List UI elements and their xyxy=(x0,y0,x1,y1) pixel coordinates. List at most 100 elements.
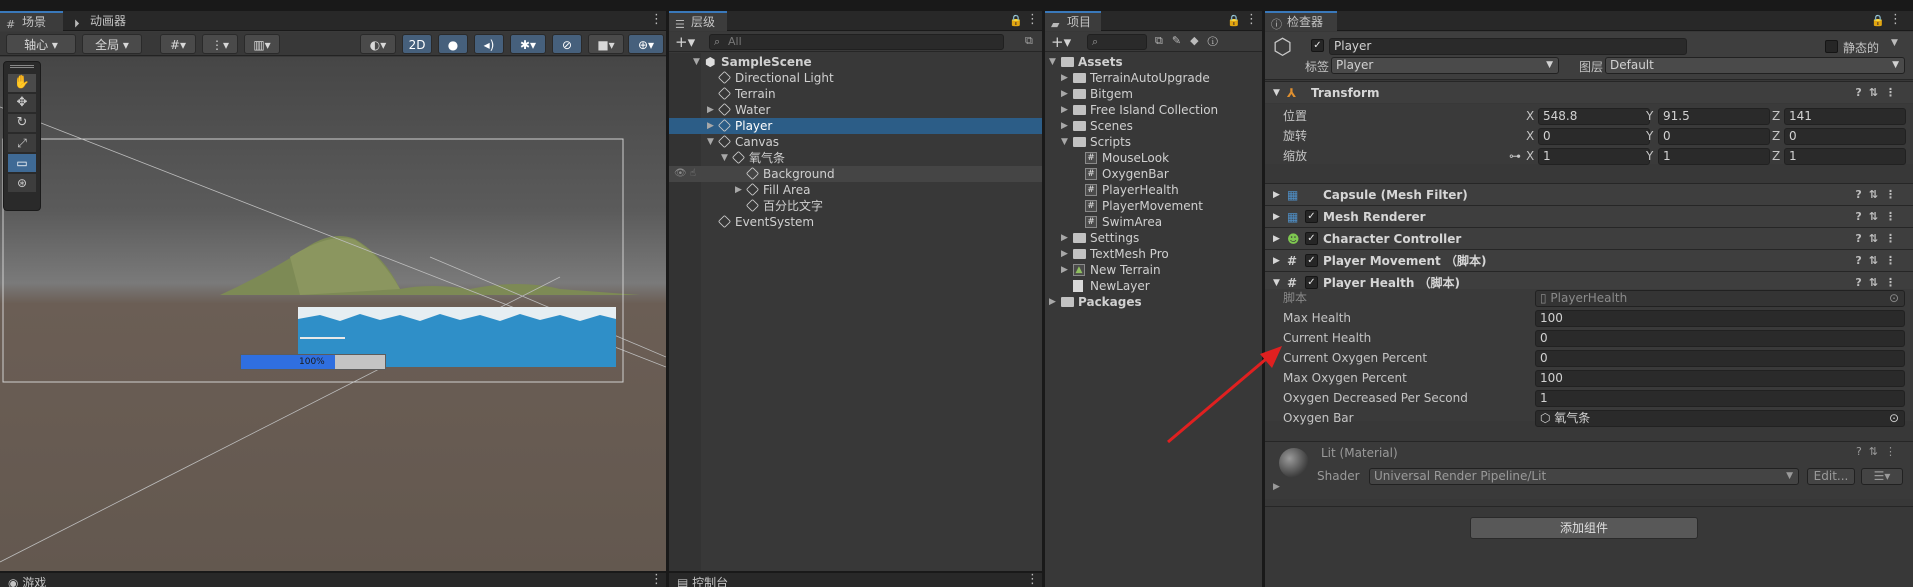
hierarchy-item[interactable]: ▼ 氧气条 xyxy=(669,150,1042,166)
project-item[interactable]: ▶ Free Island Collection xyxy=(1045,102,1262,118)
expand-arrow-icon[interactable]: ▼ xyxy=(721,150,728,166)
axis-label[interactable]: Y xyxy=(1646,127,1653,145)
shader-options-button[interactable]: ☰▾ xyxy=(1861,468,1903,485)
axis-label[interactable]: X xyxy=(1526,107,1534,125)
global-dropdown[interactable]: 全局 ▾ xyxy=(82,34,142,54)
project-item[interactable]: ▶ Settings xyxy=(1045,230,1262,246)
project-add-button[interactable]: +▾ xyxy=(1051,33,1071,51)
hierarchy-menu-icon[interactable]: ⋮ xyxy=(1026,12,1039,27)
game-menu-icon[interactable]: ⋮ xyxy=(650,573,663,587)
gameobject-icon[interactable]: ⬡ xyxy=(1273,37,1292,59)
tab-animator[interactable]: ⏵ 动画器 xyxy=(68,11,148,31)
axis-label[interactable]: Z xyxy=(1772,147,1780,165)
collapse-arrow-icon[interactable]: ▶ xyxy=(1061,70,1068,86)
audio-toggle[interactable]: ◂) xyxy=(474,34,504,54)
transform-header[interactable]: ▼ ⅄ Transform ?⇅⋮ xyxy=(1265,81,1913,103)
project-item[interactable]: ▶ TerrainAutoUpgrade xyxy=(1045,70,1262,86)
transform-z-field[interactable]: 141 xyxy=(1784,108,1906,125)
tab-game[interactable]: ◉ 游戏 xyxy=(8,574,46,587)
material-expand-icon[interactable]: ▶ xyxy=(1273,482,1280,492)
component-enabled-checkbox[interactable]: ✓ xyxy=(1305,276,1318,289)
increment-snap-button[interactable]: ▥▾ xyxy=(244,34,280,54)
project-filter-icons[interactable]: ⧉✎◆ⓘ xyxy=(1155,34,1227,48)
project-item[interactable]: # PlayerHealth xyxy=(1045,182,1262,198)
hierarchy-item[interactable]: ▼ Canvas xyxy=(669,134,1042,150)
component-header[interactable]: ▶ ▦ Capsule (Mesh Filter) ?⇅⋮ xyxy=(1265,183,1913,205)
project-item[interactable]: # MouseLook xyxy=(1045,150,1262,166)
transform-x-field[interactable]: 0 xyxy=(1538,128,1650,145)
camera-button[interactable]: ■▾ xyxy=(588,34,624,54)
hierarchy-item[interactable]: ▼ ⬢ SampleScene xyxy=(669,54,1042,70)
expand-arrow-icon[interactable]: ▼ xyxy=(707,134,714,150)
transform-tool-icon[interactable]: ⊛ xyxy=(8,174,36,192)
shader-dropdown[interactable]: Universal Render Pipeline/Lit ▼ xyxy=(1369,468,1799,485)
tab-console[interactable]: ▤ 控制台 xyxy=(677,574,728,587)
inspector-lock-icon[interactable]: 🔒 xyxy=(1871,14,1885,27)
2d-toggle[interactable]: 2D xyxy=(402,34,432,54)
expand-arrow-icon[interactable]: ▼ xyxy=(693,54,700,70)
component-icons[interactable]: ?⇅⋮ xyxy=(1855,206,1903,228)
object-picker-icon[interactable]: ⊙ xyxy=(1889,411,1899,426)
collapse-arrow-icon[interactable]: ▶ xyxy=(1061,230,1068,246)
component-icons[interactable]: ?⇅⋮ xyxy=(1855,82,1903,104)
project-search-input[interactable]: ⌕ xyxy=(1087,34,1147,50)
project-lock-icon[interactable]: 🔒 xyxy=(1227,14,1241,27)
tab-scene[interactable]: # 场景 xyxy=(0,11,63,31)
lighting-toggle[interactable]: ● xyxy=(438,34,468,54)
hierarchy-item[interactable]: 百分比文字 xyxy=(669,198,1042,214)
field-value-input[interactable]: ⬡ 氧气条 ⊙ xyxy=(1535,410,1905,427)
axis-label[interactable]: X xyxy=(1526,127,1534,145)
project-item[interactable]: ▶ ▲ New Terrain xyxy=(1045,262,1262,278)
add-component-button[interactable]: 添加组件 xyxy=(1470,517,1698,539)
field-value-input[interactable]: 0 xyxy=(1535,330,1905,347)
project-item[interactable]: # PlayerMovement xyxy=(1045,198,1262,214)
shader-edit-button[interactable]: Edit... xyxy=(1807,468,1855,485)
scene-viewport[interactable]: 100% ✋ ✥ ↻ ⤢ ▭ ⊛ xyxy=(0,57,666,571)
grid-visibility-button[interactable]: ⋮▾ xyxy=(202,34,238,54)
hierarchy-item[interactable]: Directional Light xyxy=(669,70,1042,86)
collapse-arrow-icon[interactable]: ▶ xyxy=(1061,118,1068,134)
hidden-objects-toggle[interactable]: ⊘ xyxy=(552,34,582,54)
transform-y-field[interactable]: 91.5 xyxy=(1658,108,1770,125)
field-value-input[interactable]: 100 xyxy=(1535,370,1905,387)
hierarchy-search-input[interactable]: ⌕ All xyxy=(709,34,1004,50)
console-menu-icon[interactable]: ⋮ xyxy=(1026,573,1039,587)
tab-inspector[interactable]: ⓘ 检查器 xyxy=(1265,11,1337,31)
transform-x-field[interactable]: 1 xyxy=(1538,148,1650,165)
gizmos-button[interactable]: ⊕▾ xyxy=(628,34,664,54)
project-item[interactable]: # SwimArea xyxy=(1045,214,1262,230)
axis-label[interactable]: Z xyxy=(1772,107,1780,125)
component-header[interactable]: ▶ # ✓ Player Movement （脚本) ?⇅⋮ xyxy=(1265,249,1913,271)
project-item[interactable]: # OxygenBar xyxy=(1045,166,1262,182)
visibility-icon[interactable]: 👁 ☝ xyxy=(674,166,696,182)
component-header[interactable]: ▶ ▦ ✓ Mesh Renderer ?⇅⋮ xyxy=(1265,205,1913,227)
inspector-menu-icon[interactable]: ⋮ xyxy=(1889,12,1902,27)
project-item[interactable]: ▶ TextMesh Pro xyxy=(1045,246,1262,262)
collapse-arrow-icon[interactable]: ▶ xyxy=(707,102,714,118)
scale-tool-icon[interactable]: ⤢ xyxy=(8,134,36,152)
component-icons[interactable]: ?⇅⋮ xyxy=(1855,250,1903,272)
project-item[interactable]: ▶ Packages xyxy=(1045,294,1262,310)
axis-label[interactable]: Y xyxy=(1646,147,1653,165)
transform-z-field[interactable]: 1 xyxy=(1784,148,1906,165)
grid-snap-button[interactable]: #▾ xyxy=(160,34,196,54)
axis-label[interactable]: Z xyxy=(1772,127,1780,145)
axis-label[interactable]: X xyxy=(1526,147,1534,165)
object-active-checkbox[interactable]: ✓ xyxy=(1311,39,1324,52)
component-enabled-checkbox[interactable]: ✓ xyxy=(1305,210,1318,223)
draw-mode-button[interactable]: ◐▾ xyxy=(360,34,396,54)
transform-z-field[interactable]: 0 xyxy=(1784,128,1906,145)
static-dropdown-icon[interactable]: ▼ xyxy=(1891,38,1898,48)
rect-tool-icon[interactable]: ▭ xyxy=(8,154,36,172)
object-name-field[interactable]: Player xyxy=(1329,38,1687,55)
component-icons[interactable]: ?⇅⋮ xyxy=(1855,228,1903,250)
collapse-arrow-icon[interactable]: ▶ xyxy=(1061,86,1068,102)
field-value-input[interactable]: 0 xyxy=(1535,350,1905,367)
scene-menu-icon[interactable]: ⋮ xyxy=(650,12,663,27)
expand-arrow-icon[interactable]: ▼ xyxy=(1061,134,1068,150)
project-item[interactable]: ▼ Scripts xyxy=(1045,134,1262,150)
constrain-proportions-icon[interactable]: ⊶ xyxy=(1509,147,1521,165)
component-enabled-checkbox[interactable]: ✓ xyxy=(1305,254,1318,267)
hierarchy-item[interactable]: Terrain xyxy=(669,86,1042,102)
collapse-arrow-icon[interactable]: ▶ xyxy=(1061,262,1068,278)
